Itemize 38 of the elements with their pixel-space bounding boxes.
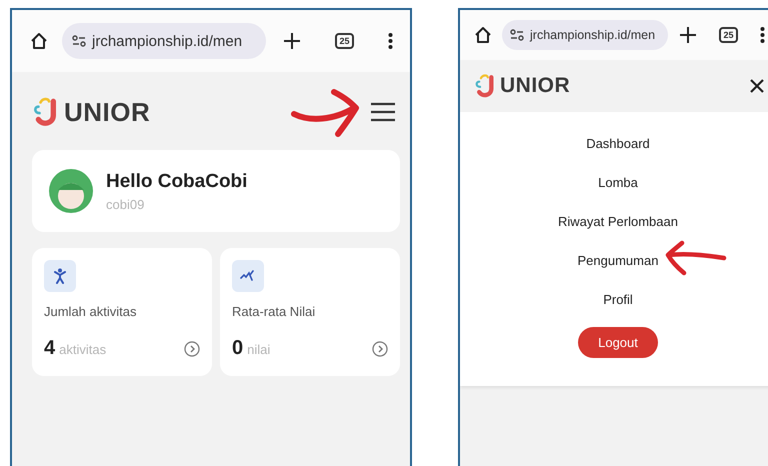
stat-unit: nilai xyxy=(247,342,270,357)
close-icon[interactable] xyxy=(750,79,764,93)
stat-label: Jumlah aktivitas xyxy=(44,304,138,319)
menu-item[interactable]: Dashboard xyxy=(582,132,654,155)
address-bar[interactable]: jrchampionship.id/men xyxy=(62,23,266,59)
stat-value: 0 xyxy=(232,337,244,360)
more-icon[interactable] xyxy=(388,32,393,50)
chevron-circle-icon[interactable] xyxy=(372,340,388,356)
stat-card[interactable]: Rata-rata Nilai 0 nilai xyxy=(220,248,400,376)
more-icon[interactable] xyxy=(760,26,765,44)
site-settings-icon[interactable] xyxy=(510,29,524,41)
menu-item[interactable]: Profil xyxy=(599,288,637,311)
annotation-arrow xyxy=(290,86,362,138)
menu-item[interactable]: Lomba xyxy=(594,171,642,194)
username: cobi09 xyxy=(106,196,146,212)
logo-text: UNIOR xyxy=(500,74,570,98)
stat-value: 4 xyxy=(44,337,56,360)
home-icon[interactable] xyxy=(30,32,48,50)
logo-text: UNIOR xyxy=(64,96,150,128)
address-bar[interactable]: jrchampionship.id/men xyxy=(502,20,668,50)
avatar xyxy=(48,168,94,214)
stat-label: Rata-rata Nilai xyxy=(232,304,316,319)
menu-icon[interactable] xyxy=(370,102,396,122)
tab-count[interactable]: 25 xyxy=(335,33,354,49)
new-tab-icon[interactable] xyxy=(283,32,302,50)
stat-card[interactable]: Jumlah aktivitas 4 aktivitas xyxy=(32,248,212,376)
menu-item[interactable]: Riwayat Perlombaan xyxy=(554,210,682,233)
chart-icon xyxy=(240,270,256,282)
chevron-circle-icon[interactable] xyxy=(184,340,200,356)
logout-button[interactable]: Logout xyxy=(578,327,658,358)
new-tab-icon[interactable] xyxy=(679,26,698,44)
home-icon[interactable] xyxy=(474,26,492,44)
site-settings-icon[interactable] xyxy=(72,35,86,47)
tab-count[interactable]: 25 xyxy=(719,27,738,43)
greeting: Hello CobaCobi xyxy=(106,170,248,192)
stat-unit: aktivitas xyxy=(59,342,106,357)
person-icon xyxy=(54,268,66,284)
menu-item[interactable]: Pengumuman xyxy=(574,249,662,272)
